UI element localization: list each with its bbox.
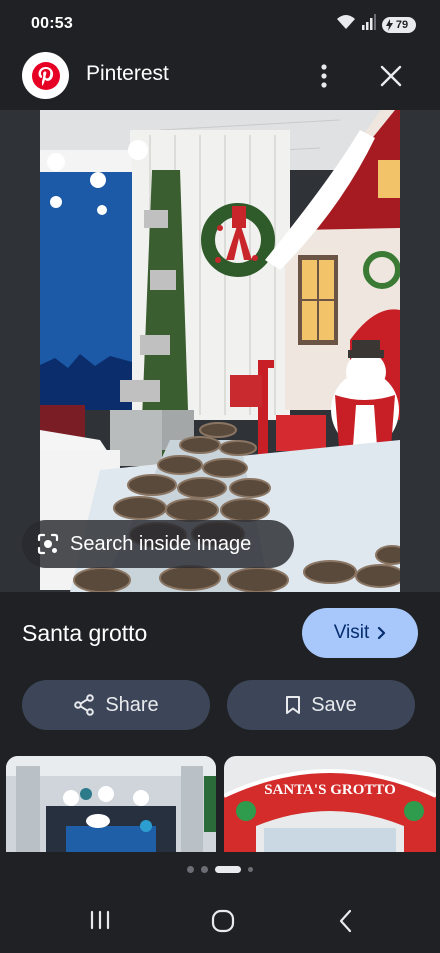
- close-icon: [380, 65, 402, 87]
- chevron-right-icon: [378, 626, 386, 640]
- save-button[interactable]: Save: [227, 680, 415, 730]
- lens-icon: [37, 533, 59, 555]
- signal-icon: [362, 14, 376, 35]
- image-area: Search inside image: [0, 110, 440, 592]
- app-header: Pinterest: [0, 48, 440, 104]
- system-nav-bar: [0, 888, 440, 953]
- pagination-dots: [0, 864, 440, 874]
- related-images: SANTA'S GROTTO: [0, 756, 440, 852]
- battery-level: 79: [395, 18, 409, 31]
- search-inside-image-label: Search inside image: [70, 532, 252, 555]
- pin-title: Santa grotto: [22, 620, 148, 646]
- search-inside-image-button[interactable]: Search inside image: [22, 520, 294, 568]
- recents-button[interactable]: [88, 908, 112, 932]
- charging-icon: [386, 18, 393, 34]
- page-dot[interactable]: [201, 865, 208, 873]
- bookmark-icon: [286, 696, 301, 714]
- related-image-2-text: SANTA'S GROTTO: [264, 782, 396, 798]
- page-dot[interactable]: [248, 866, 253, 872]
- share-button[interactable]: Share: [22, 680, 210, 730]
- app-title: Pinterest: [86, 62, 169, 85]
- status-time: 00:53: [31, 15, 73, 32]
- back-button[interactable]: [336, 908, 356, 934]
- visit-label: Visit: [333, 622, 370, 643]
- back-icon: [339, 909, 352, 933]
- related-image-2[interactable]: SANTA'S GROTTO: [224, 756, 436, 852]
- home-icon: [211, 909, 235, 933]
- status-icons: 79: [336, 14, 416, 35]
- close-button[interactable]: [374, 58, 408, 94]
- share-label: Share: [105, 693, 159, 716]
- save-label: Save: [311, 693, 357, 716]
- wifi-icon: [336, 14, 356, 35]
- share-icon: [74, 694, 95, 716]
- more-options-button[interactable]: [310, 58, 338, 94]
- pinterest-logo-icon: [22, 52, 69, 99]
- battery-icon: 79: [382, 16, 416, 34]
- page-dot-active[interactable]: [215, 865, 241, 873]
- page-dot[interactable]: [187, 865, 194, 873]
- home-button[interactable]: [210, 908, 236, 934]
- status-bar: 00:53 79: [0, 0, 440, 48]
- visit-button[interactable]: Visit: [302, 608, 418, 658]
- related-image-1[interactable]: [6, 756, 216, 852]
- recents-icon: [90, 910, 110, 930]
- more-vert-icon: [321, 64, 327, 88]
